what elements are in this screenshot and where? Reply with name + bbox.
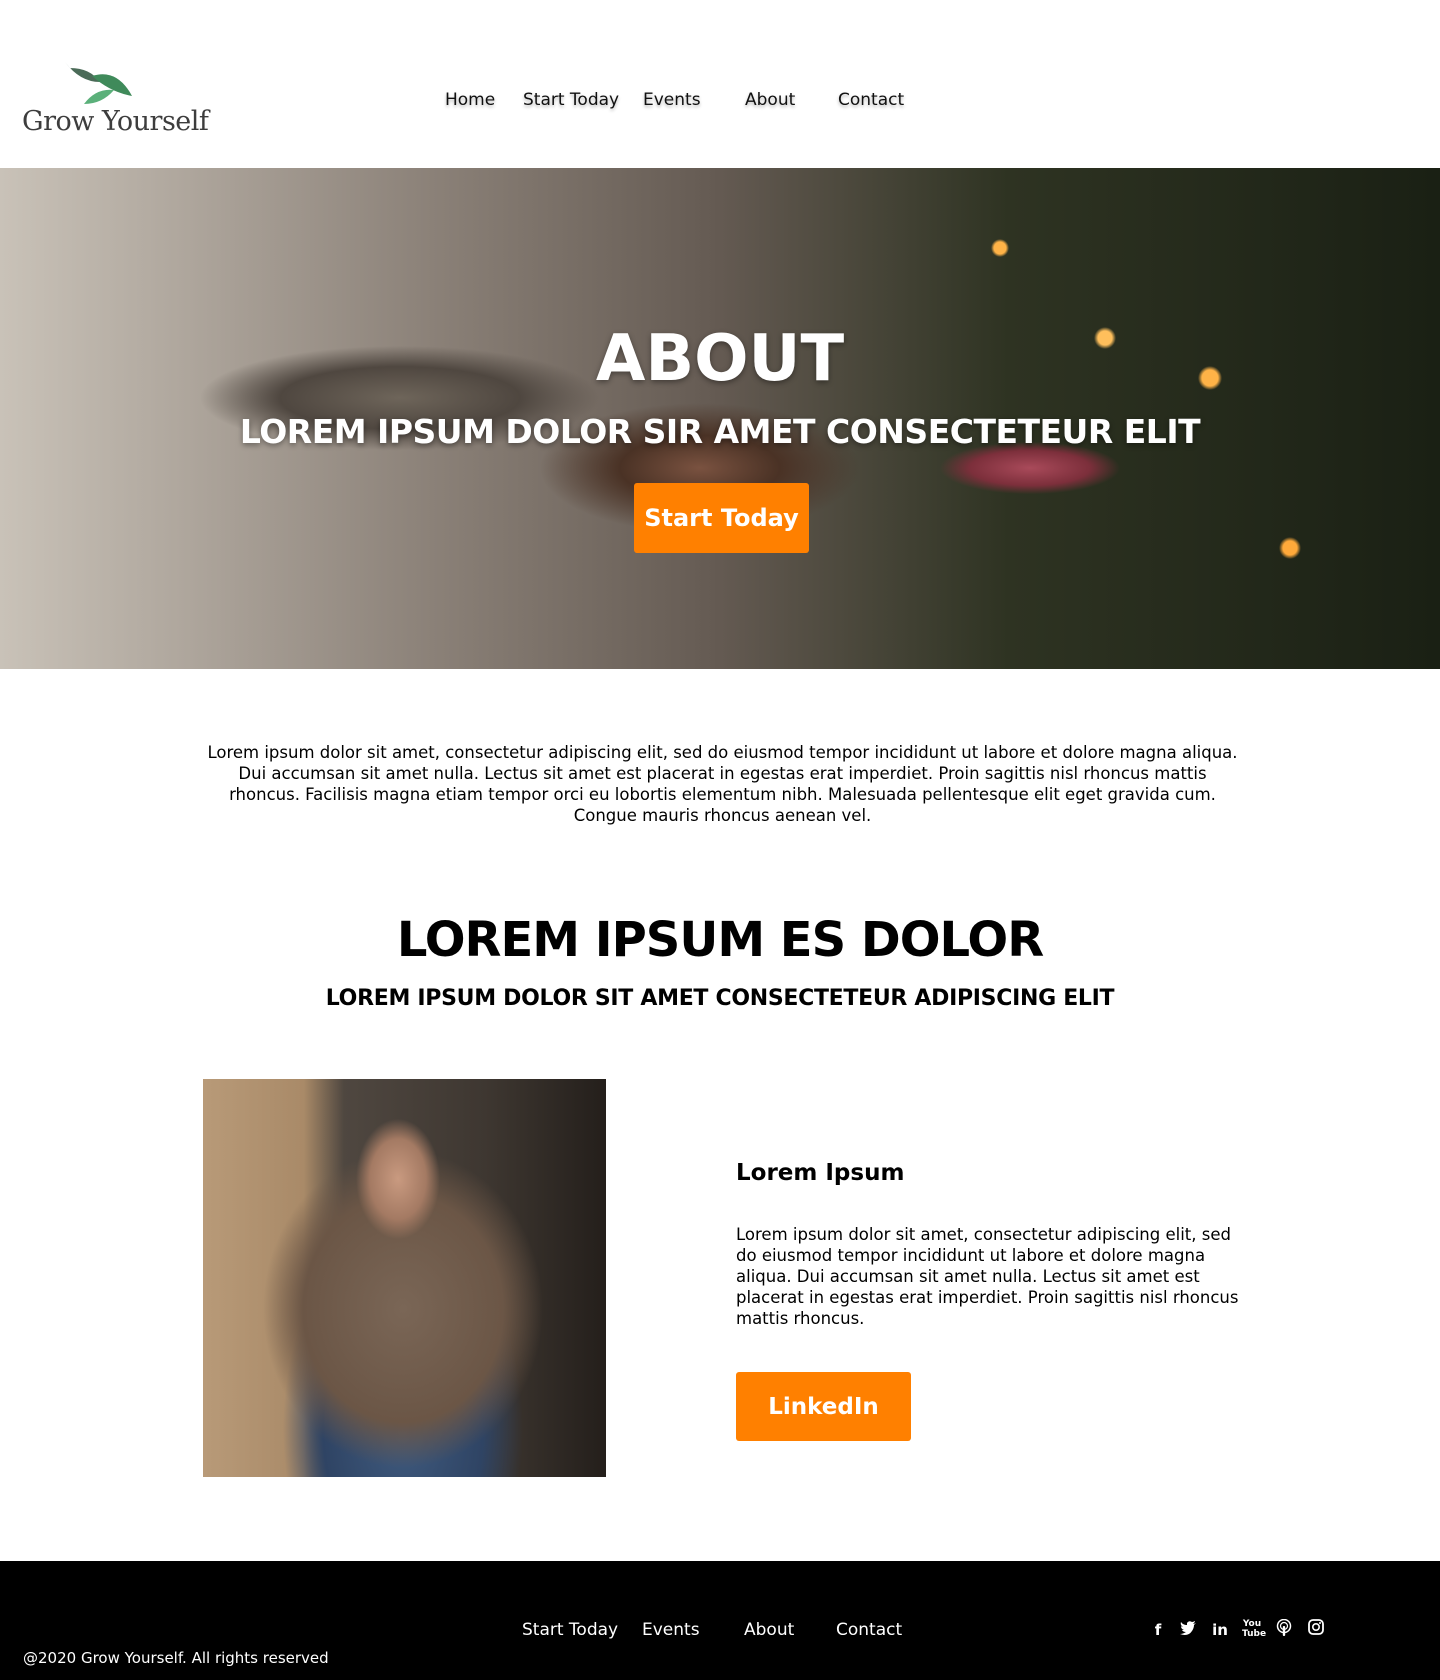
facebook-icon[interactable]: f [1148, 1619, 1168, 1641]
instagram-icon[interactable] [1306, 1619, 1326, 1641]
linkedin-button[interactable]: LinkedIn [736, 1372, 911, 1441]
footer-nav-about[interactable]: About [744, 1620, 794, 1640]
nav-about[interactable]: About [745, 90, 795, 110]
leaves-icon [65, 62, 132, 104]
card-text: Lorem ipsum dolor sit amet, consectetur … [736, 1225, 1239, 1328]
hero-title: ABOUT [595, 322, 845, 396]
portrait-image [203, 1079, 606, 1477]
nav-events[interactable]: Events [643, 90, 701, 110]
logo-text: Grow Yourself [22, 106, 209, 137]
twitter-icon[interactable] [1178, 1619, 1198, 1641]
section-heading: LOREM IPSUM ES DOLOR [396, 912, 1044, 968]
footer-nav-events[interactable]: Events [642, 1620, 700, 1640]
linkedin-icon[interactable]: in [1210, 1619, 1230, 1641]
podcast-icon[interactable] [1274, 1618, 1294, 1641]
nav-start-today[interactable]: Start Today [523, 90, 619, 110]
logo[interactable]: Grow Yourself [22, 62, 212, 144]
nav-contact[interactable]: Contact [838, 90, 904, 110]
start-today-button[interactable]: Start Today [634, 483, 809, 553]
card-title: Lorem Ipsum [736, 1160, 905, 1186]
hero-subtitle: LOREM IPSUM DOLOR SIR AMET CONSECTETEUR … [239, 412, 1201, 451]
section-subheading: LOREM IPSUM DOLOR SIT AMET CONSECTETEUR … [325, 986, 1115, 1011]
footer-nav-start-today[interactable]: Start Today [522, 1620, 618, 1640]
intro-paragraph: Lorem ipsum dolor sit amet, consectetur … [207, 743, 1238, 825]
copyright: @2020 Grow Yourself. All rights reserved [23, 1649, 329, 1667]
nav-home[interactable]: Home [445, 90, 495, 110]
youtube-icon[interactable]: You Tube [1242, 1619, 1266, 1641]
footer-nav-contact[interactable]: Contact [836, 1620, 902, 1640]
